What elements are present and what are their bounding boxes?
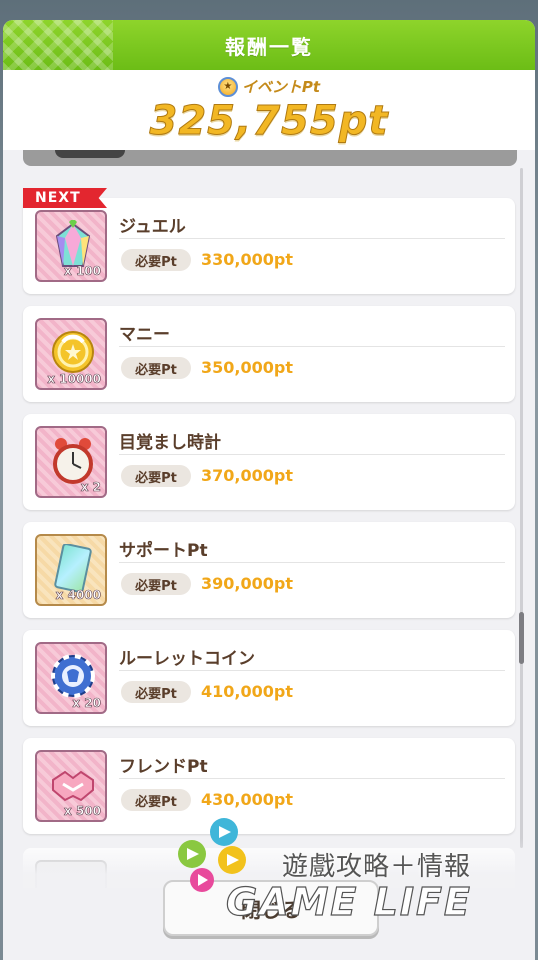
reward-name: サポートPt [119,541,208,561]
roulette-coin-icon [51,654,95,698]
horseshoe-icon: ★ [217,76,238,97]
scrollbar-thumb[interactable] [519,612,524,664]
required-points-value: 350,000pt [201,358,293,377]
required-points-badge: 必要Pt [121,573,191,595]
card-divider [119,346,505,347]
reward-name: フレンドPt [119,757,208,777]
reward-thumb: x 100 [35,210,107,282]
close-button[interactable]: 閉じる [163,880,379,936]
reward-list[interactable]: NEXT x 100 ジュエル 必要Pt 330,000pt x 10000 マ… [3,150,535,960]
modal-header: 報酬一覧 [3,20,535,70]
required-points-value: 370,000pt [201,466,293,485]
reward-quantity: x 2 [80,480,101,495]
required-points-badge: 必要Pt [121,249,191,271]
event-points-label-row: ★ イベントPt [3,76,535,97]
reward-name: マニー [119,325,170,345]
event-points-display: ★ イベントPt 325,755pt [3,70,535,150]
money-icon [52,331,94,373]
reward-thumb: x 20 [35,642,107,714]
card-divider [119,238,505,239]
modal-title: 報酬一覧 [225,34,313,59]
reward-card[interactable]: x 100 ジュエル 必要Pt 330,000pt [23,198,515,294]
previous-card-mark [55,150,125,158]
card-divider [119,670,505,671]
event-points-value: 325,755pt [149,98,389,145]
handshake-icon [52,770,94,802]
jewel-icon [55,220,91,267]
previous-card-edge [23,150,517,166]
reward-card[interactable]: x 2 目覚まし時計 必要Pt 370,000pt [23,414,515,510]
required-points-value: 410,000pt [201,682,293,701]
required-points-value: 390,000pt [201,574,293,593]
required-points-badge: 必要Pt [121,681,191,703]
card-divider [119,454,505,455]
required-points-badge: 必要Pt [121,789,191,811]
card-divider [119,562,505,563]
reward-card[interactable]: x 10000 マニー 必要Pt 350,000pt [23,306,515,402]
reward-name: ルーレットコイン [119,649,255,669]
reward-quantity: x 500 [64,804,102,819]
reward-thumb: x 500 [35,750,107,822]
reward-name: 目覚まし時計 [119,433,221,453]
alarm-clock-icon [53,438,93,484]
reward-thumb: x 10000 [35,318,107,390]
reward-quantity: x 10000 [47,372,101,387]
reward-name: ジュエル [119,217,186,237]
event-points-label: イベントPt [241,78,321,96]
scrollbar-track[interactable] [520,168,523,848]
header-pattern [3,20,113,70]
required-points-badge: 必要Pt [121,465,191,487]
reward-quantity: x 20 [72,696,101,711]
reward-quantity: x 4000 [55,588,101,603]
reward-card[interactable]: x 500 フレンドPt 必要Pt 430,000pt [23,738,515,834]
reward-card[interactable]: x 4000 サポートPt 必要Pt 390,000pt [23,522,515,618]
reward-thumb: x 2 [35,426,107,498]
required-points-badge: 必要Pt [121,357,191,379]
rewards-modal: 報酬一覧 ★ イベントPt 325,755pt NEXT x 100 ジュエル … [3,20,535,960]
reward-thumb: x 4000 [35,534,107,606]
support-card-icon [54,544,92,593]
reward-card[interactable]: x 20 ルーレットコイン 必要Pt 410,000pt [23,630,515,726]
reward-quantity: x 100 [64,264,102,279]
required-points-value: 430,000pt [201,790,293,809]
required-points-value: 330,000pt [201,250,293,269]
card-divider [119,778,505,779]
next-ribbon: NEXT [23,188,107,208]
